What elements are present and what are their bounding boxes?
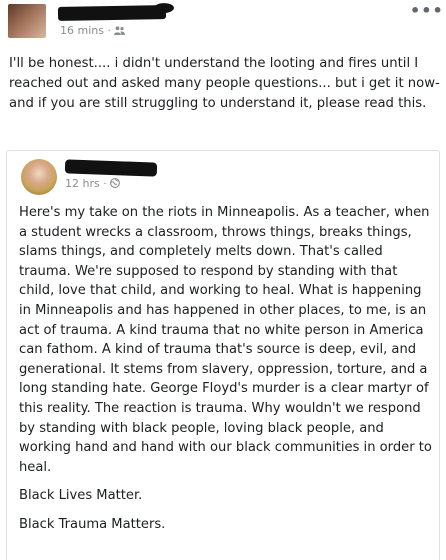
shared-post-meta: 12 hrs · (65, 177, 121, 190)
redacted-shared-author-name[interactable] (64, 159, 158, 177)
shared-paragraph-blm: Black Lives Matter. (19, 488, 143, 504)
shared-paragraph-btm: Black Trauma Matters. (19, 516, 166, 532)
post-timestamp[interactable]: 16 mins (60, 24, 104, 37)
shared-post-text: Here's my take on the riots in Minneapol… (19, 203, 435, 535)
author-avatar[interactable] (8, 4, 46, 38)
shared-author-avatar[interactable] (21, 159, 57, 195)
post-text: I'll be honest.... i didn't understand t… (9, 56, 440, 111)
shared-paragraph-main: Here's my take on the riots in Minneapol… (19, 205, 432, 475)
post-meta: 16 mins · (60, 24, 126, 37)
more-options-icon[interactable]: ••• (410, 3, 444, 19)
shared-post-card[interactable]: 12 hrs · Here's my take on the riots in … (6, 150, 440, 560)
friends-icon (114, 24, 126, 37)
facebook-post: 16 mins · ••• I'll be honest.... i didn'… (0, 0, 446, 560)
redacted-author-name[interactable] (57, 5, 167, 21)
shared-post-timestamp[interactable]: 12 hrs (65, 177, 100, 190)
globe-icon (110, 177, 121, 190)
